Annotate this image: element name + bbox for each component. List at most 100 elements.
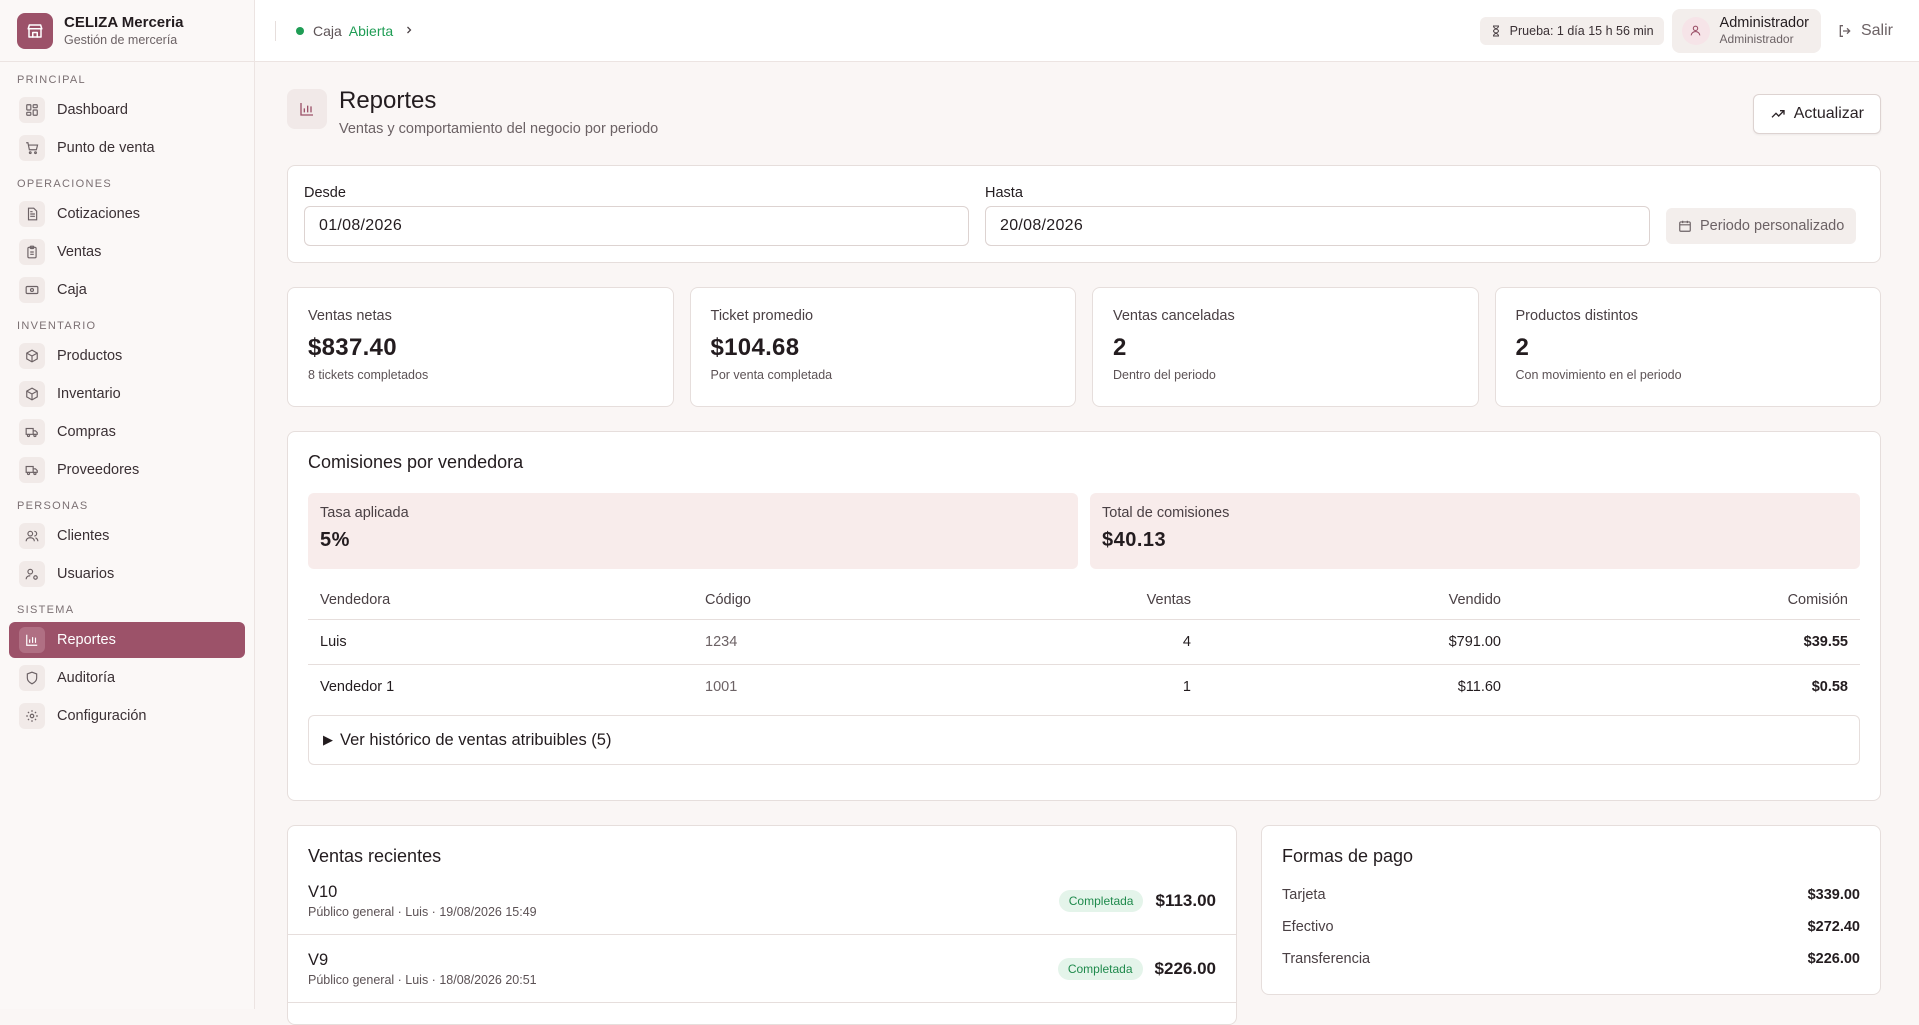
sidebar-item-reportes[interactable]: Reportes [9,622,245,658]
refresh-button[interactable]: Actualizar [1752,94,1881,134]
chevron-right-icon [403,23,415,39]
payment-methods-card: Formas de pago Tarjeta $339.00 Efectivo … [1261,825,1881,995]
total-commission-box: Total de comisiones $40.13 [1090,493,1860,569]
kpi-label: Productos distintos [1515,308,1639,324]
shield-icon [19,665,45,691]
sidebar-item-auditoria[interactable]: Auditoría [9,660,245,696]
to-date-input[interactable] [985,206,1650,246]
users-icon [19,523,45,549]
bottom-row: Ventas recientes V10 Público general · L… [287,825,1881,1025]
col-sales: Ventas [893,581,1203,620]
sale-id: V9 [308,950,329,969]
user-menu[interactable]: Administrador Administrador [1671,8,1821,53]
page-subtitle: Ventas y comportamiento del negocio por … [339,121,659,137]
kpi-card-net-sales: Ventas netas $837.40 8 tickets completad… [287,287,674,407]
table-header-row: Vendedora Código Ventas Vendido Comisión [308,581,1860,620]
sidebar: CELIZA Merceria Gestión de mercería PRIN… [0,0,255,1009]
sidebar-item-pos[interactable]: Punto de venta [9,130,245,166]
kpi-hint: Dentro del periodo [1113,368,1216,382]
status-dot [296,26,304,35]
kpi-hint: Por venta completada [710,368,833,382]
payment-label: Efectivo [1282,919,1334,935]
cash-status-link[interactable]: Caja Abierta [296,23,415,39]
sale-id: V10 [308,882,338,901]
sidebar-item-ventas[interactable]: Ventas [9,234,245,270]
sidebar-item-configuracion[interactable]: Configuración [9,698,245,734]
divider [275,20,276,41]
status-badge: Completada [1057,957,1143,980]
sidebar-item-label: Caja [57,282,87,298]
recent-sales-card: Ventas recientes V10 Público general · L… [287,825,1237,1025]
sidebar-item-usuarios[interactable]: Usuarios [9,556,245,592]
user-role: Administrador [1719,32,1794,46]
store-icon [17,12,53,49]
sale-meta: Público general · Luis · 18/08/2026 20:5… [308,972,537,987]
payment-methods-title: Formas de pago [1282,846,1414,866]
recent-sales-title: Ventas recientes [308,846,442,866]
sidebar-item-proveedores[interactable]: Proveedores [9,452,245,488]
cell-sales: 1 [1182,678,1191,695]
list-item[interactable]: V9 Público general · Luis · 18/08/2026 2… [288,935,1236,1003]
sidebar-item-label: Dashboard [57,102,128,118]
sidebar-item-compras[interactable]: Compras [9,414,245,450]
dashboard-icon [19,97,45,123]
box-icon [19,343,45,369]
refresh-label: Actualizar [1793,105,1864,122]
section-label: PERSONAS [17,500,89,512]
logout-button[interactable]: Salir [1831,22,1899,40]
sidebar-item-label: Reportes [57,632,116,648]
logout-icon [1837,23,1853,39]
payment-label: Tarjeta [1282,887,1326,903]
commissions-title: Comisiones por vendedora [308,452,524,472]
kpi-card-distinct-products: Productos distintos 2 Con movimiento en … [1494,287,1881,407]
col-seller: Vendedora [308,581,693,620]
kpi-hint: Con movimiento en el periodo [1515,368,1682,382]
truck-icon [19,419,45,445]
sidebar-item-cotizaciones[interactable]: Cotizaciones [9,196,245,232]
box-icon [19,381,45,407]
sidebar-item-productos[interactable]: Productos [9,338,245,374]
sidebar-item-label: Proveedores [57,462,140,478]
sidebar-item-inventario[interactable]: Inventario [9,376,245,412]
kpi-label: Ventas netas [308,308,392,324]
sale-meta: Público general · Luis · 19/08/2026 15:4… [308,904,537,919]
section-label: OPERACIONES [17,178,112,190]
from-date-input[interactable] [304,206,969,246]
sidebar-item-label: Inventario [57,386,121,402]
sidebar-item-clientes[interactable]: Clientes [9,518,245,554]
kpi-hint: 8 tickets completados [308,368,429,382]
user-avatar-icon [1681,16,1710,45]
cell-sales: 4 [893,619,1203,665]
sidebar-item-label: Configuración [57,708,147,724]
cell-code: 1001 [705,678,738,695]
sales-history-toggle[interactable]: ▶ Ver histórico de ventas atribuibles (5… [308,715,1860,765]
kpi-label: Ventas canceladas [1113,308,1235,324]
hourglass-icon [1490,25,1502,37]
main-content: Reportes Ventas y comportamiento del neg… [287,62,1881,1025]
cell-seller: Vendedor 1 [320,678,395,695]
col-commission: Comisión [1513,581,1860,620]
section-inventario: INVENTARIO Productos Inventario Compras … [0,320,254,488]
kpi-row: Ventas netas $837.40 8 tickets completad… [287,287,1881,407]
triangle-right-icon: ▶ [323,732,333,747]
cell-commission: $0.58 [1811,678,1848,695]
sidebar-item-label: Punto de venta [57,140,155,156]
user-name: Administrador [1719,15,1809,31]
payment-amount: $226.00 [1807,951,1860,967]
logout-label: Salir [1860,21,1893,39]
calendar-icon [1679,220,1691,232]
custom-period-label: Periodo personalizado [1700,218,1845,234]
list-item[interactable]: V10 Público general · Luis · 19/08/2026 … [288,867,1236,935]
payment-row: Tarjeta $339.00 [1282,879,1860,911]
commissions-table: Vendedora Código Ventas Vendido Comisión… [308,581,1860,709]
section-sistema: SISTEMA Reportes Auditoría Configuración [0,604,254,734]
sidebar-item-label: Auditoría [57,670,116,686]
sidebar-item-caja[interactable]: Caja [9,272,245,308]
table-row: Vendedor 1 1001 1 $11.60 $0.58 [308,664,1860,709]
sidebar-item-dashboard[interactable]: Dashboard [9,92,245,128]
kpi-label: Ticket promedio [710,308,814,324]
kpi-card-average-ticket: Ticket promedio $104.68 Por venta comple… [689,287,1076,407]
custom-period-button[interactable]: Periodo personalizado [1666,208,1857,244]
cell-sold: $11.60 [1457,678,1501,695]
sidebar-item-label: Ventas [57,244,102,260]
